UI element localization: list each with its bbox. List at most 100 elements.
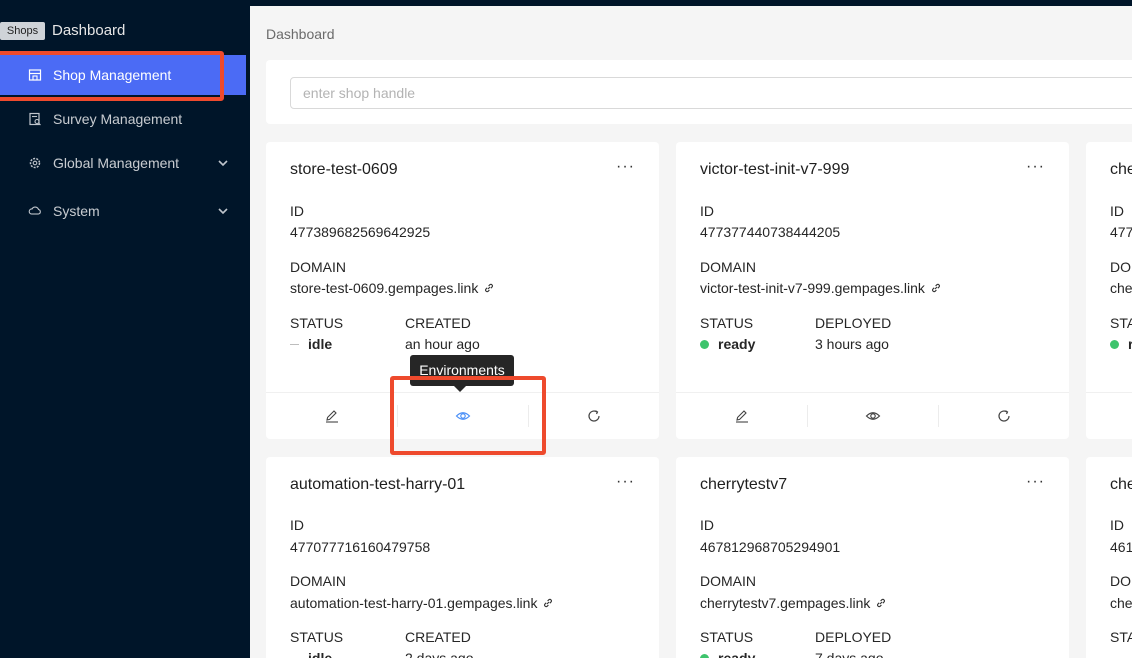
survey-icon xyxy=(27,111,43,127)
domain-link[interactable]: automation-test-harry-01.gempages.link xyxy=(290,595,554,611)
status-value: r xyxy=(1110,336,1132,352)
reload-button[interactable] xyxy=(938,393,1069,439)
shop-card: cherrytestv7 ··· ID 467812968705294901 D… xyxy=(676,457,1069,658)
shop-title: store-test-0609 xyxy=(290,161,398,178)
domain-text: cherrytestv7.gempages.link xyxy=(700,595,871,611)
cloud-icon xyxy=(27,203,43,219)
link-icon xyxy=(877,598,886,608)
card-actions xyxy=(1086,392,1132,439)
card-actions xyxy=(676,392,1069,439)
sidebar-item-label: Global Management xyxy=(53,155,180,171)
sidebar: Shops Dashboard Shop Management Survey M… xyxy=(0,0,250,658)
status-label: STATUS xyxy=(700,315,754,331)
status-label: STATUS xyxy=(700,629,754,645)
status-value: ready xyxy=(700,650,755,658)
sidebar-item-label: Shop Management xyxy=(53,67,172,83)
logo-badge[interactable]: Shops xyxy=(0,22,45,40)
shop-title: che xyxy=(1110,161,1132,178)
id-label: ID xyxy=(290,517,304,533)
ready-indicator xyxy=(700,340,709,349)
deployed-value: 7 days ago xyxy=(815,650,884,658)
domain-link[interactable]: store-test-0609.gempages.link xyxy=(290,280,495,296)
reload-button[interactable] xyxy=(528,393,659,439)
sidebar-item-label: Survey Management xyxy=(53,111,183,127)
id-label: ID xyxy=(700,203,714,219)
created-value: an hour ago xyxy=(405,336,480,352)
deployed-label: DEPLOYED xyxy=(815,315,892,331)
sidebar-item-global-management[interactable]: Global Management xyxy=(0,143,246,183)
domain-label: DOMAIN xyxy=(700,259,756,275)
shop-id: 467812968705294901 xyxy=(700,539,841,555)
sidebar-item-shop-management[interactable]: Shop Management xyxy=(0,55,246,95)
gear-icon xyxy=(27,155,43,171)
more-menu-icon[interactable]: ··· xyxy=(616,473,635,491)
id-label: ID xyxy=(1110,517,1124,533)
sidebar-item-system[interactable]: System xyxy=(0,191,246,231)
chevron-down-icon xyxy=(218,160,228,167)
domain-link[interactable]: victor-test-init-v7-999.gempages.link xyxy=(700,280,942,296)
domain-label: DOMAIN xyxy=(700,573,756,589)
eye-icon xyxy=(455,412,470,420)
domain-text: victor-test-init-v7-999.gempages.link xyxy=(700,280,925,296)
shop-card: che ID 477 DO che STA r xyxy=(1086,142,1132,439)
domain-label: DOMAIN xyxy=(290,573,346,589)
more-menu-icon[interactable]: ··· xyxy=(616,158,635,176)
shop-title: cherrytestv7 xyxy=(700,476,788,493)
idle-indicator xyxy=(290,344,299,345)
shop-id: 477077716160479758 xyxy=(290,539,431,555)
edit-button[interactable] xyxy=(676,393,807,439)
domain-text: che xyxy=(1110,280,1132,296)
status-label: STA xyxy=(1110,315,1132,331)
reload-icon xyxy=(997,410,1010,422)
shop-id: 477389682569642925 xyxy=(290,224,431,240)
link-icon xyxy=(544,598,553,608)
id-label: ID xyxy=(700,517,714,533)
deployed-value: 3 hours ago xyxy=(815,336,889,352)
created-value: 2 days ago xyxy=(405,650,474,658)
ready-indicator xyxy=(1110,340,1119,349)
more-menu-icon[interactable]: ··· xyxy=(1026,473,1045,491)
search-panel xyxy=(266,60,1132,124)
shop-id: 477377440738444205 xyxy=(700,224,841,240)
edit-button[interactable] xyxy=(266,393,397,439)
shop-card: che ID 461 DO che STA xyxy=(1086,457,1132,658)
domain-text: che xyxy=(1110,595,1132,611)
ready-indicator xyxy=(700,654,709,658)
shop-title: che xyxy=(1110,476,1132,493)
more-menu-icon[interactable]: ··· xyxy=(1026,158,1045,176)
environments-button[interactable] xyxy=(397,393,528,439)
id-label: ID xyxy=(290,203,304,219)
environments-tooltip: Environments xyxy=(410,355,514,392)
card-actions xyxy=(266,392,659,439)
domain-label: DO xyxy=(1110,573,1131,589)
status-label: STATUS xyxy=(290,315,344,331)
edit-icon xyxy=(735,410,748,423)
sidebar-item-label: System xyxy=(53,203,100,219)
domain-text: store-test-0609.gempages.link xyxy=(290,280,479,296)
shop-id: 461 xyxy=(1110,539,1132,555)
status-label: STATUS xyxy=(290,629,344,645)
edit-icon xyxy=(325,410,338,423)
shop-icon xyxy=(27,67,43,83)
eye-icon xyxy=(865,412,880,420)
shop-title: automation-test-harry-01 xyxy=(290,476,466,493)
domain-label: DOMAIN xyxy=(290,259,346,275)
search-input[interactable] xyxy=(290,77,1132,109)
link-icon xyxy=(485,283,494,293)
created-label: CREATED xyxy=(405,315,471,331)
environments-button[interactable] xyxy=(807,393,938,439)
shop-id: 477 xyxy=(1110,224,1132,240)
domain-link[interactable]: cherrytestv7.gempages.link xyxy=(700,595,887,611)
top-bar xyxy=(250,0,1132,6)
created-label: CREATED xyxy=(405,629,471,645)
domain-label: DO xyxy=(1110,259,1131,275)
shop-title: victor-test-init-v7-999 xyxy=(700,161,850,178)
sidebar-dashboard-link[interactable]: Dashboard xyxy=(52,22,125,39)
status-label: STA xyxy=(1110,629,1132,645)
deployed-label: DEPLOYED xyxy=(815,629,892,645)
link-icon xyxy=(931,283,940,293)
status-value: idle xyxy=(308,650,333,658)
status-value: idle xyxy=(290,336,332,352)
status-value: ready xyxy=(700,336,755,352)
sidebar-item-survey-management[interactable]: Survey Management xyxy=(0,99,246,139)
